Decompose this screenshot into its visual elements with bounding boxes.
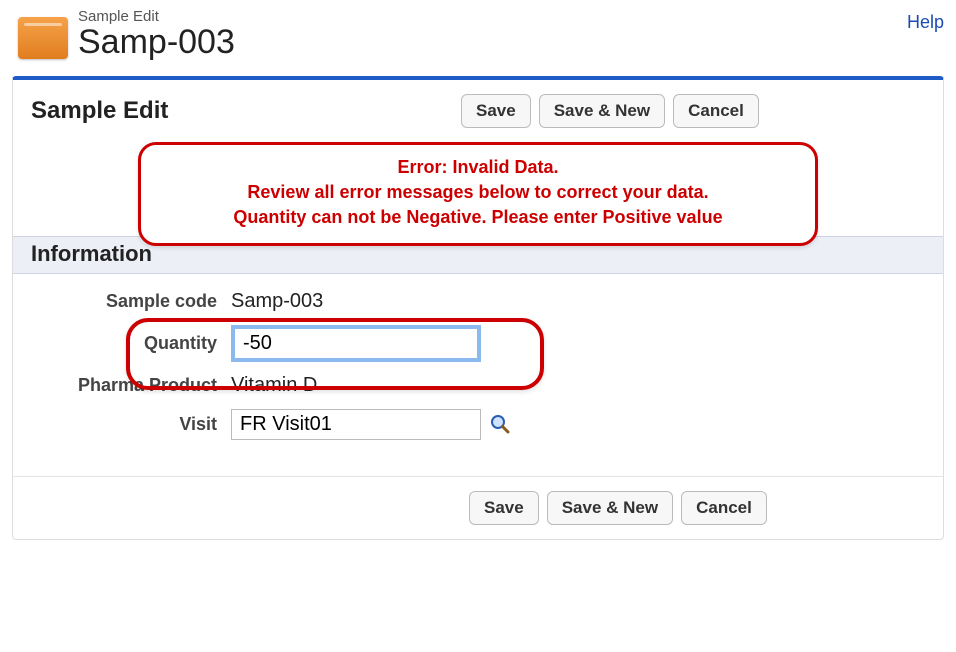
error-line-3: Quantity can not be Negative. Please ent… xyxy=(159,205,797,230)
pharma-product-value: Vitamin D xyxy=(231,374,317,397)
cancel-button[interactable]: Cancel xyxy=(673,94,759,128)
visit-label: Visit xyxy=(31,414,231,435)
save-and-new-button[interactable]: Save & New xyxy=(539,94,665,128)
save-button-footer[interactable]: Save xyxy=(469,491,539,525)
error-line-2: Review all error messages below to corre… xyxy=(159,180,797,205)
section-title: Information xyxy=(31,241,152,266)
record-type-icon xyxy=(18,17,68,59)
cancel-button-footer[interactable]: Cancel xyxy=(681,491,767,525)
record-name: Samp-003 xyxy=(78,23,235,62)
edit-panel: Sample Edit Save Save & New Cancel Error… xyxy=(12,76,944,540)
help-link[interactable]: Help xyxy=(907,8,944,33)
visit-input[interactable] xyxy=(231,409,481,440)
pharma-product-label: Pharma Product xyxy=(31,375,231,396)
quantity-label: Quantity xyxy=(31,333,231,354)
save-and-new-button-footer[interactable]: Save & New xyxy=(547,491,673,525)
sample-code-value: Samp-003 xyxy=(231,290,323,313)
panel-title: Sample Edit xyxy=(31,97,331,125)
error-message: Error: Invalid Data. Review all error me… xyxy=(138,142,818,246)
quantity-input[interactable] xyxy=(231,325,481,362)
error-line-1: Error: Invalid Data. xyxy=(159,155,797,180)
lookup-icon[interactable] xyxy=(489,413,511,435)
sample-code-label: Sample code xyxy=(31,291,231,312)
save-button[interactable]: Save xyxy=(461,94,531,128)
